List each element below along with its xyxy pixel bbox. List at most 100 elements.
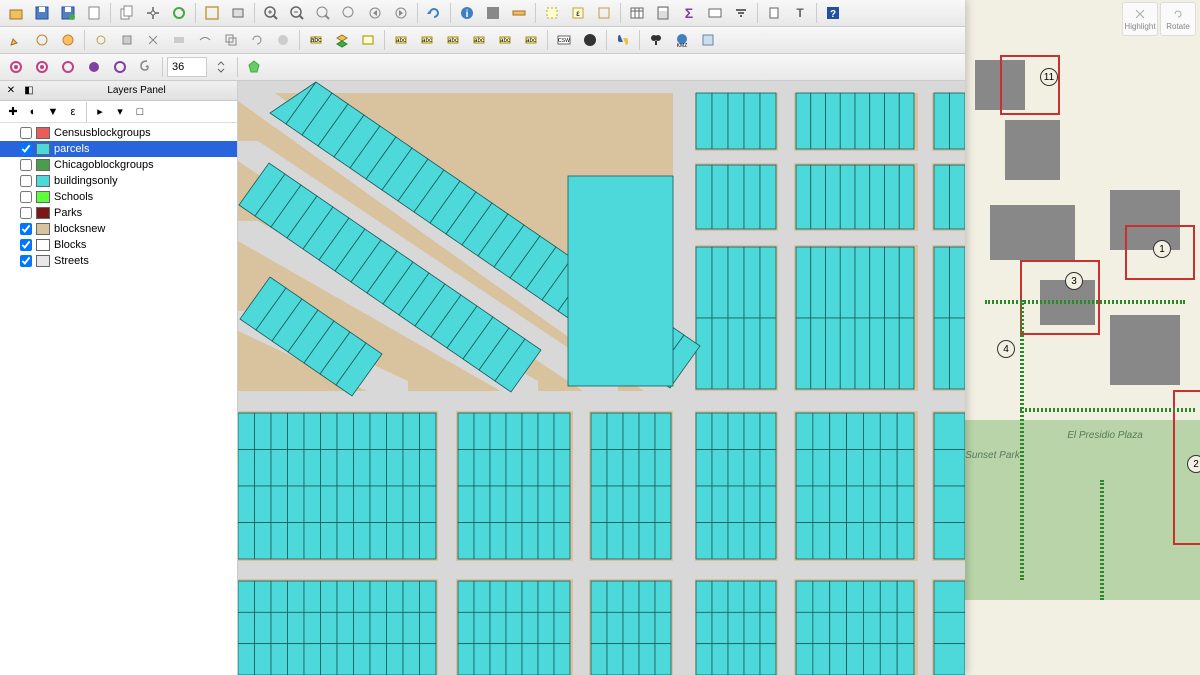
reshape-icon[interactable] [193,28,217,52]
help-icon[interactable]: ? [821,1,845,25]
shape3-icon[interactable] [56,55,80,79]
split-icon[interactable] [141,28,165,52]
map-canvas[interactable] [238,81,965,675]
highlight-button[interactable]: Highlight [1122,2,1158,36]
filter-icon[interactable] [729,1,753,25]
osm-icon[interactable] [696,28,720,52]
python-icon[interactable] [611,28,635,52]
info-icon[interactable]: i [455,1,479,25]
layer-checkbox[interactable] [20,159,32,171]
panel-close-button[interactable]: ✕ [4,84,18,98]
vertex-icon[interactable] [115,28,139,52]
open-icon[interactable] [4,1,28,25]
merge-icon[interactable] [167,28,191,52]
search2-icon[interactable] [644,28,668,52]
zoom-in-icon[interactable] [259,1,283,25]
remove-layer-icon[interactable]: □ [131,103,149,121]
globe-icon[interactable] [578,28,602,52]
bookmark-icon[interactable] [762,1,786,25]
extent-icon[interactable] [200,1,224,25]
layer-item-censusblockgroups[interactable]: Censusblockgroups [0,125,237,141]
layer-item-chicagoblockgroups[interactable]: Chicagoblockgroups [0,157,237,173]
rotate-button[interactable]: Rotate [1160,2,1196,36]
annotation-icon[interactable]: abc [415,28,439,52]
deselect-icon[interactable] [592,1,616,25]
collapse-icon[interactable]: ▾ [111,103,129,121]
layer-props-icon[interactable] [330,28,354,52]
select-icon[interactable] [540,1,564,25]
kmz-icon[interactable]: KMZ [670,28,694,52]
spiral-icon[interactable] [134,55,158,79]
pan-icon[interactable] [141,1,165,25]
add-layer-icon[interactable]: ✚ [4,103,22,121]
circle1-icon[interactable] [82,55,106,79]
label-icon[interactable]: abc [304,28,328,52]
layer-checkbox[interactable] [20,207,32,219]
identify-icon[interactable] [481,1,505,25]
simplify-icon[interactable] [271,28,295,52]
layer-checkbox[interactable] [20,175,32,187]
label4-icon[interactable]: abc [467,28,491,52]
label3-icon[interactable]: abc [441,28,465,52]
node-icon[interactable] [30,28,54,52]
layer-checkbox[interactable] [20,239,32,251]
layer-item-schools[interactable]: Schools [0,189,237,205]
layer-checkbox[interactable] [20,127,32,139]
calc-icon[interactable] [651,1,675,25]
shape2-icon[interactable] [30,55,54,79]
save-icon[interactable] [30,1,54,25]
zoom-next-icon[interactable] [389,1,413,25]
expr-layer-icon[interactable]: ε [64,103,82,121]
layer-name-label: Blocks [54,239,86,251]
add-feature-icon[interactable] [56,28,80,52]
polygon-icon[interactable] [242,55,266,79]
layer-item-parcels[interactable]: parcels [0,141,237,157]
zoom-full-icon[interactable] [311,1,335,25]
layer-item-streets[interactable]: Streets [0,253,237,269]
layer-swatch [36,159,50,171]
layer-checkbox[interactable] [20,143,32,155]
new-icon[interactable] [82,1,106,25]
refresh2-icon[interactable] [422,1,446,25]
sigma-icon[interactable]: Σ [677,1,701,25]
expand-icon[interactable]: ▸ [91,103,109,121]
zoom-last-icon[interactable] [363,1,387,25]
layer-checkbox[interactable] [20,191,32,203]
panel-detach-button[interactable]: ◧ [22,84,36,98]
move-icon[interactable] [89,28,113,52]
vertex-count-input[interactable] [167,57,207,77]
zoom-layer-icon[interactable] [337,1,361,25]
measure-icon[interactable] [507,1,531,25]
layer-checkbox[interactable] [20,255,32,267]
layer-item-buildingsonly[interactable]: buildingsonly [0,173,237,189]
save-as-icon[interactable] [56,1,80,25]
new-print-icon[interactable] [226,1,250,25]
layer-item-parks[interactable]: Parks [0,205,237,221]
zoom-out-icon[interactable] [285,1,309,25]
shape1-icon[interactable] [4,55,28,79]
dotted-path [985,300,1185,304]
style-layer-icon[interactable]: ◐ [24,103,42,121]
rotate-icon[interactable] [245,28,269,52]
svg-text:abc: abc [448,38,458,44]
copy-icon[interactable] [115,1,139,25]
refresh-icon[interactable] [167,1,191,25]
filter-layer-icon[interactable]: ▼ [44,103,62,121]
layer-checkbox[interactable] [20,223,32,235]
vertex-spinner[interactable] [209,55,233,79]
text-icon[interactable]: T [788,1,812,25]
style-icon[interactable] [356,28,380,52]
select-rect-icon[interactable]: ε [566,1,590,25]
offset-icon[interactable] [219,28,243,52]
expression-icon[interactable] [703,1,727,25]
edit-icon[interactable] [4,28,28,52]
csw-icon[interactable]: CSW [552,28,576,52]
layer-item-blocks[interactable]: Blocks [0,237,237,253]
label2-icon[interactable]: abc [389,28,413,52]
label5-icon[interactable]: abc [493,28,517,52]
circle2-icon[interactable] [108,55,132,79]
svg-text:abc: abc [500,38,510,44]
layer-item-blocksnew[interactable]: blocksnew [0,221,237,237]
table-icon[interactable] [625,1,649,25]
label6-icon[interactable]: abc [519,28,543,52]
